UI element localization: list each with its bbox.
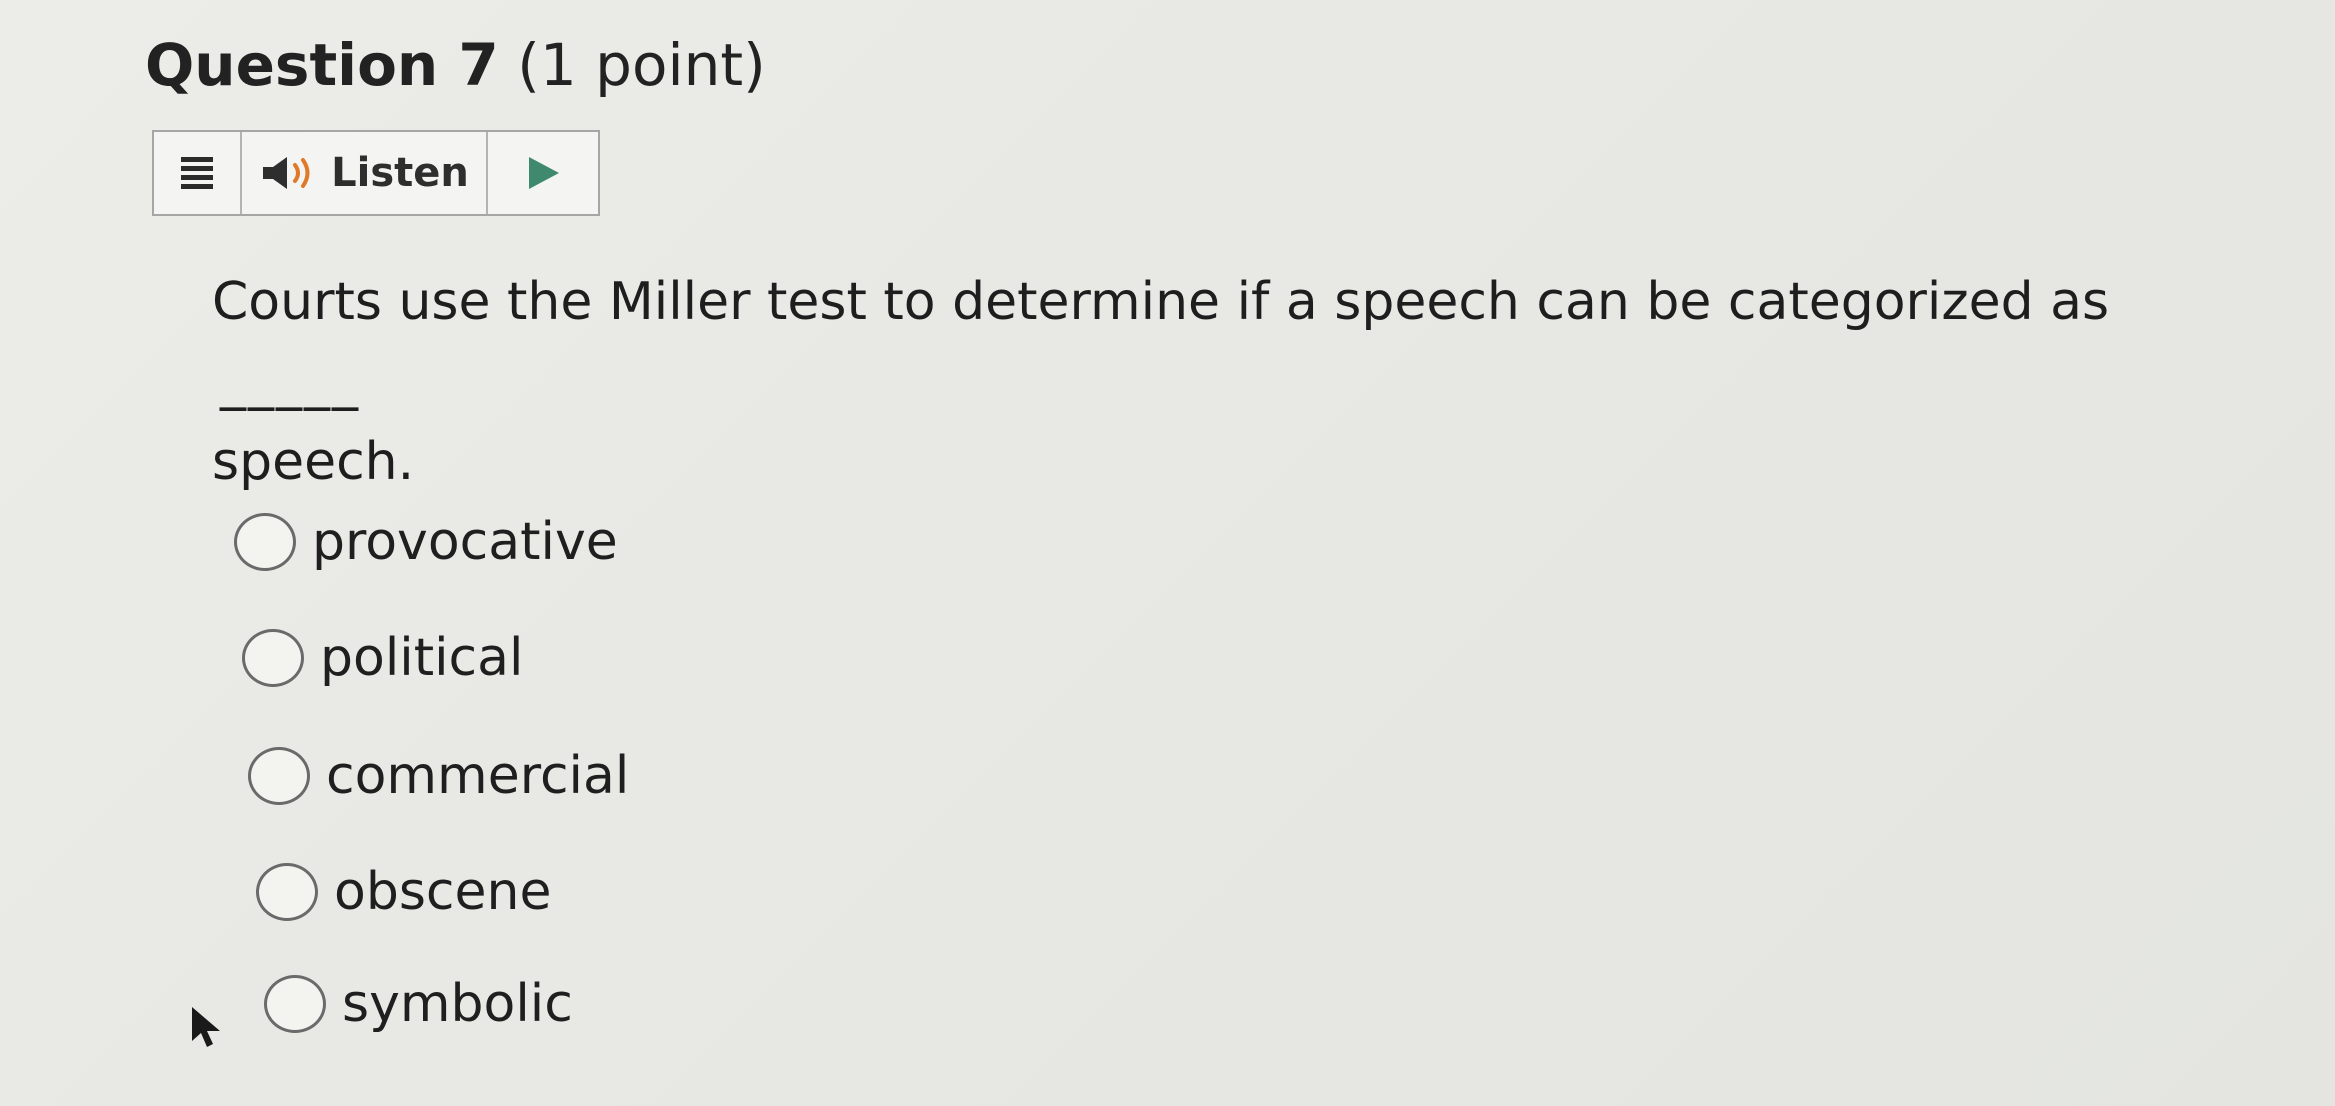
prompt-blank: _____ xyxy=(220,352,360,412)
question-number: Question 7 xyxy=(145,31,499,99)
radio-button[interactable] xyxy=(248,747,310,805)
radio-button[interactable] xyxy=(256,863,318,921)
listen-menu-button[interactable] xyxy=(154,132,242,214)
question-title: Question 7 (1 point) xyxy=(145,31,766,99)
option-label: obscene xyxy=(334,862,552,922)
option-label: symbolic xyxy=(342,974,573,1034)
option-label: provocative xyxy=(312,512,618,572)
option-obscene[interactable]: obscene xyxy=(256,862,551,922)
radio-button[interactable] xyxy=(234,513,296,571)
radio-button[interactable] xyxy=(264,975,326,1033)
option-provocative[interactable]: provocative xyxy=(234,512,618,572)
speaker-icon xyxy=(263,157,310,189)
listen-toolbar: Listen xyxy=(152,130,600,216)
option-symbolic[interactable]: symbolic xyxy=(264,974,573,1034)
option-political[interactable]: political xyxy=(242,628,523,688)
listen-label: Listen xyxy=(331,150,469,196)
play-button[interactable] xyxy=(488,132,598,214)
mouse-cursor-icon xyxy=(192,1007,220,1047)
play-icon xyxy=(529,157,559,189)
menu-icon xyxy=(181,153,213,193)
option-commercial[interactable]: commercial xyxy=(248,746,629,806)
option-label: political xyxy=(320,628,524,688)
quiz-page: Question 7 (1 point) Listen Courts use t… xyxy=(0,0,2335,1106)
question-points: (1 point) xyxy=(517,31,766,99)
listen-button[interactable]: Listen xyxy=(242,132,488,214)
prompt-text: Courts use the Miller test to determine … xyxy=(212,272,2110,332)
radio-button[interactable] xyxy=(242,629,304,687)
prompt-text-after: speech. xyxy=(212,432,415,492)
option-label: commercial xyxy=(326,746,630,806)
question-prompt: Courts use the Miller test to determine … xyxy=(212,262,2212,502)
